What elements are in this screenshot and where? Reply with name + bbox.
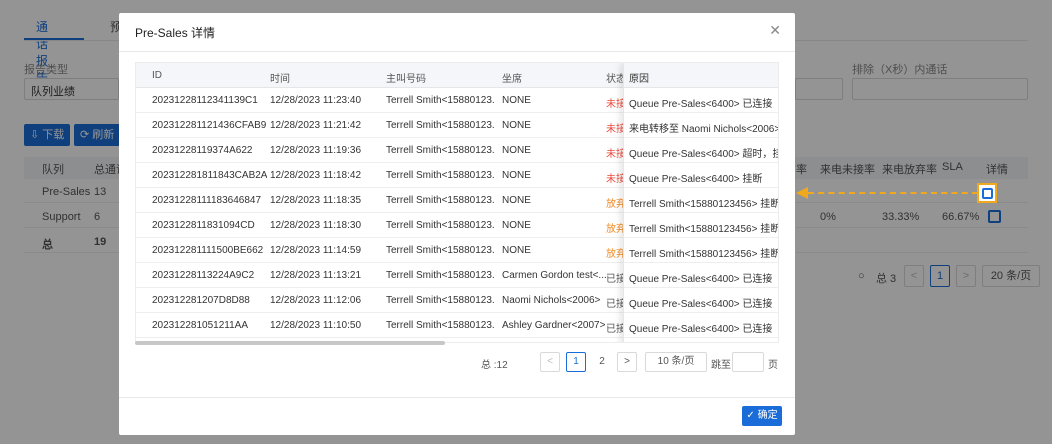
cell-time: 12/28/2023 11:18:30	[270, 220, 362, 231]
cell-time: 12/28/2023 11:18:42	[270, 170, 362, 181]
detail-icon	[982, 188, 993, 199]
reason-row: Queue Pre-Sales<6400> 已连接	[624, 313, 778, 338]
cell-time: 12/28/2023 11:12:06	[270, 295, 362, 306]
cell-caller: Terrell Smith<15880123...	[386, 195, 494, 206]
cell-caller: Terrell Smith<15880123...	[386, 120, 494, 131]
cell-agent: NONE	[502, 95, 531, 106]
cell-time: 12/28/2023 11:10:50	[270, 320, 362, 331]
cell-time: 12/28/2023 11:23:40	[270, 95, 362, 106]
jump-input[interactable]	[732, 352, 764, 372]
cell-reason: Terrell Smith<15880123456> 挂断	[629, 224, 779, 235]
cell-reason: Queue Pre-Sales<6400> 挂断	[629, 174, 763, 185]
cell-caller: Terrell Smith<15880123...	[386, 145, 494, 156]
header-reason: 原因	[629, 74, 649, 85]
cell-id: 202312281811843CAB2A	[152, 170, 268, 181]
jump-label: 跳至	[711, 360, 731, 371]
annotation-arrow-line	[808, 192, 978, 194]
cell-time: 12/28/2023 11:18:35	[270, 195, 362, 206]
cell-caller: Terrell Smith<15880123...	[386, 270, 494, 281]
cell-caller: Terrell Smith<15880123...	[386, 295, 494, 306]
reason-header-cell: 原因	[624, 63, 778, 88]
cell-id: 202312281111500BE662	[152, 245, 264, 256]
cell-time: 12/28/2023 11:13:21	[270, 270, 362, 281]
cell-reason: Terrell Smith<15880123456> 挂断	[629, 199, 779, 210]
cell-caller: Terrell Smith<15880123...	[386, 245, 494, 256]
header-agent: 坐席	[502, 74, 522, 85]
divider	[119, 397, 795, 398]
cell-id: 20231228119374A622	[152, 145, 253, 156]
close-icon[interactable]: ✕	[769, 22, 781, 39]
reason-row: Queue Pre-Sales<6400> 超时，挂断	[624, 138, 779, 163]
reason-row: Queue Pre-Sales<6400> 挂断	[624, 163, 778, 188]
presales-detail-modal: Pre-Sales 详情 ✕ ID 时间 主叫号码 坐席 状态 20231228…	[119, 13, 795, 435]
header-time: 时间	[270, 74, 290, 85]
cell-id: 20231228112341139C1	[152, 95, 258, 106]
cell-time: 12/28/2023 11:21:42	[270, 120, 362, 131]
cell-reason: Queue Pre-Sales<6400> 已连接	[629, 299, 773, 310]
cell-time: 12/28/2023 11:14:59	[270, 245, 362, 256]
cell-id: 202312281051211AA	[152, 320, 249, 331]
cell-caller: Terrell Smith<15880123...	[386, 220, 494, 231]
cell-reason: Queue Pre-Sales<6400> 已连接	[629, 274, 773, 285]
cell-reason: 来电转移至 Naomi Nichols<2006>	[629, 124, 779, 135]
cell-reason: Queue Pre-Sales<6400> 超时，挂断	[629, 149, 779, 160]
reason-row: Queue Pre-Sales<6400> 已连接	[624, 288, 778, 313]
reason-row: Terrell Smith<15880123456> 挂断	[624, 188, 779, 213]
cell-agent: Ashley Gardner<2007>	[502, 320, 606, 331]
detail-icon-highlight[interactable]	[977, 183, 997, 203]
cell-time: 12/28/2023 11:19:36	[270, 145, 362, 156]
reason-row: 来电转移至 Naomi Nichols<2006>	[624, 113, 779, 138]
page-suffix: 页	[768, 360, 778, 371]
next-page-button[interactable]: >	[617, 352, 637, 372]
header-caller: 主叫号码	[386, 74, 426, 85]
reason-row: Terrell Smith<15880123456> 挂断	[624, 213, 779, 238]
cell-agent: NONE	[502, 245, 531, 256]
reason-row: Terrell Smith<15880123456> 挂断	[624, 238, 779, 263]
cell-id: 20231228111183646847	[152, 195, 262, 206]
cell-agent: Carmen Gordon test<...	[502, 270, 607, 281]
reason-row: Queue Pre-Sales<6400> 已连接	[624, 88, 778, 113]
annotation-arrow-head	[796, 187, 808, 199]
cell-id: 202312281121436CFAB9	[152, 120, 267, 131]
cell-caller: Terrell Smith<15880123...	[386, 170, 494, 181]
cell-id: 20231228113224A9C2	[152, 270, 255, 281]
cell-agent: NONE	[502, 145, 531, 156]
header-id: ID	[152, 70, 162, 81]
pager-total: 总 :12	[481, 360, 508, 371]
cell-agent: NONE	[502, 170, 531, 181]
page-1-button[interactable]: 1	[566, 352, 586, 372]
prev-page-button[interactable]: <	[540, 352, 560, 372]
call-detail-table: ID 时间 主叫号码 坐席 状态 20231228112341139C1 12/2…	[135, 62, 779, 343]
cell-reason: Terrell Smith<15880123456> 挂断	[629, 249, 779, 260]
confirm-button[interactable]: ✓ 确定	[742, 406, 782, 426]
page-2-button[interactable]: 2	[592, 352, 612, 372]
cell-reason: Queue Pre-Sales<6400> 已连接	[629, 324, 773, 335]
cell-agent: Naomi Nichols<2006>	[502, 295, 601, 306]
cell-agent: NONE	[502, 195, 531, 206]
page-size-select[interactable]: 10 条/页	[645, 352, 707, 372]
cell-caller: Terrell Smith<15880123...	[386, 320, 494, 331]
modal-title: Pre-Sales 详情	[135, 26, 216, 40]
divider	[119, 51, 795, 52]
cell-agent: NONE	[502, 220, 531, 231]
reason-fixed-column: 原因 Queue Pre-Sales<6400> 已连接 来电转移至 Naomi …	[623, 63, 779, 342]
reason-row: Queue Pre-Sales<6400> 已连接	[624, 263, 778, 288]
cell-caller: Terrell Smith<15880123...	[386, 95, 494, 106]
cell-id: 2023122811831094CD	[152, 220, 255, 231]
cell-reason: Queue Pre-Sales<6400> 已连接	[629, 99, 773, 110]
cell-id: 202312281207D8D88	[152, 295, 250, 306]
horizontal-scrollbar[interactable]	[135, 341, 445, 345]
cell-agent: NONE	[502, 120, 531, 131]
